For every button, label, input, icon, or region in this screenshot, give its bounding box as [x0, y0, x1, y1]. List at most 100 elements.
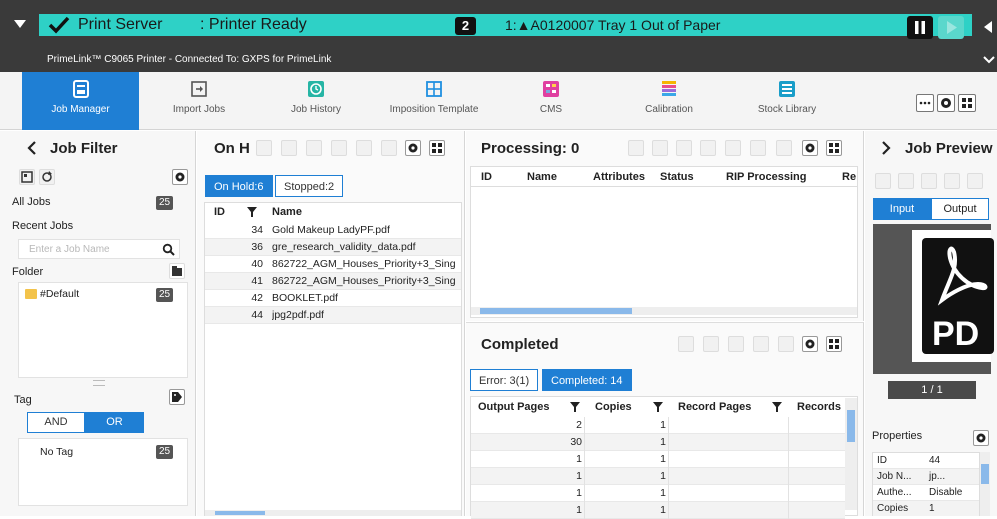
- preview-input-tab[interactable]: Input: [873, 198, 931, 220]
- property-row[interactable]: Authe... Disable: [873, 485, 979, 501]
- table-row[interactable]: 30 1: [471, 434, 845, 451]
- no-tag-item[interactable]: No Tag: [40, 446, 73, 458]
- property-row[interactable]: Job N... jp...: [873, 469, 979, 485]
- tab-error[interactable]: Error: 3(1): [470, 369, 539, 391]
- proc-col-status[interactable]: Status: [660, 171, 694, 183]
- preview-action-2-icon[interactable]: [898, 173, 914, 189]
- property-row[interactable]: ID 44: [873, 453, 979, 469]
- filter-icon[interactable]: [653, 402, 663, 412]
- proc-col-id[interactable]: ID: [481, 171, 492, 183]
- comp-col-copies[interactable]: Copies: [595, 401, 632, 413]
- proc-action-1-icon[interactable]: [628, 140, 644, 156]
- job-name-search-input[interactable]: Enter a Job Name: [18, 239, 180, 259]
- table-row[interactable]: 40 862722_AGM_Houses_Priority+3_Sing: [205, 256, 461, 273]
- comp-action-1-icon[interactable]: [678, 336, 694, 352]
- proc-action-2-icon[interactable]: [652, 140, 668, 156]
- collapse-toggle-icon[interactable]: [10, 14, 30, 34]
- alert-message[interactable]: 1:▲A0120007 Tray 1 Out of Paper: [505, 14, 720, 36]
- all-jobs-label[interactable]: All Jobs: [12, 196, 51, 208]
- onhold-settings-icon[interactable]: [405, 140, 421, 156]
- completed-vscroll-thumb[interactable]: [847, 410, 855, 442]
- comp-action-2-icon[interactable]: [703, 336, 719, 352]
- tag-or-button[interactable]: OR: [85, 412, 144, 433]
- comp-delete-icon[interactable]: [753, 336, 769, 352]
- filter-icon[interactable]: [772, 402, 782, 412]
- table-row[interactable]: 11: [471, 502, 845, 519]
- back-chevron-icon[interactable]: [26, 140, 38, 156]
- table-row[interactable]: 11: [471, 468, 845, 485]
- proc-down-icon[interactable]: [725, 140, 741, 156]
- tool-cms[interactable]: CMS: [525, 72, 577, 130]
- tool-imposition-template[interactable]: Imposition Template: [380, 72, 488, 130]
- folder-item-default[interactable]: #Default: [40, 288, 79, 300]
- filter-view-icon[interactable]: [19, 169, 35, 185]
- tab-on-hold[interactable]: On Hold:6: [205, 175, 273, 197]
- filter-icon[interactable]: [570, 402, 580, 412]
- preview-action-3-icon[interactable]: [921, 173, 937, 189]
- expand-down-icon[interactable]: [982, 54, 996, 66]
- preview-action-5-icon[interactable]: [967, 173, 983, 189]
- proc-col-attributes[interactable]: Attributes: [593, 171, 645, 183]
- tool-calibration[interactable]: Calibration: [636, 72, 702, 130]
- comp-action-3-icon[interactable]: [728, 336, 744, 352]
- tool-stock-library[interactable]: Stock Library: [748, 72, 826, 130]
- proc-col-name[interactable]: Name: [527, 171, 557, 183]
- settings-gear-icon[interactable]: [937, 94, 955, 112]
- proc-up-icon[interactable]: [700, 140, 716, 156]
- comp-props-icon[interactable]: [778, 336, 794, 352]
- table-row[interactable]: 42 BOOKLET.pdf: [205, 290, 461, 307]
- filter-settings-icon[interactable]: [172, 169, 188, 185]
- start-job-icon[interactable]: [256, 140, 272, 156]
- comp-col-output-pages[interactable]: Output Pages: [478, 401, 550, 413]
- proc-col-rip[interactable]: RIP Processing: [726, 171, 807, 183]
- properties-job-icon[interactable]: [381, 140, 397, 156]
- proc-action-3-icon[interactable]: [676, 140, 692, 156]
- onhold-hscroll-thumb[interactable]: [215, 511, 265, 515]
- table-row[interactable]: 36 gre_research_validity_data.pdf: [205, 239, 461, 256]
- panel-resize-handle[interactable]: [93, 380, 105, 386]
- proc-col-re[interactable]: Re: [842, 171, 856, 183]
- onhold-layout-icon[interactable]: [429, 140, 445, 156]
- table-row[interactable]: 41 862722_AGM_Houses_Priority+3_Sing: [205, 273, 461, 290]
- refresh-icon[interactable]: [39, 169, 55, 185]
- new-folder-icon[interactable]: [169, 263, 185, 279]
- preview-output-tab[interactable]: Output: [931, 198, 989, 220]
- table-row[interactable]: 44 jpg2pdf.pdf: [205, 307, 461, 324]
- processing-layout-icon[interactable]: [826, 140, 842, 156]
- preview-play-icon[interactable]: [875, 173, 891, 189]
- delete-job-icon[interactable]: [356, 140, 372, 156]
- tool-import-jobs[interactable]: Import Jobs: [160, 72, 238, 130]
- filter-icon[interactable]: [247, 207, 257, 217]
- move-job-icon[interactable]: [306, 140, 322, 156]
- copy-job-icon[interactable]: [281, 140, 297, 156]
- edit-job-icon[interactable]: [331, 140, 347, 156]
- comp-col-records[interactable]: Records: [797, 401, 841, 413]
- table-row[interactable]: 21: [471, 417, 845, 434]
- completed-layout-icon[interactable]: [826, 336, 842, 352]
- tag-icon[interactable]: [169, 389, 185, 405]
- properties-settings-icon[interactable]: [973, 430, 989, 446]
- preview-chevron-icon[interactable]: [880, 140, 892, 156]
- layout-grid-icon[interactable]: [958, 94, 976, 112]
- tag-and-button[interactable]: AND: [27, 412, 85, 433]
- play-button[interactable]: [938, 16, 964, 39]
- side-arrow-icon[interactable]: [982, 20, 994, 34]
- table-row[interactable]: 11: [471, 451, 845, 468]
- proc-delete-icon[interactable]: [750, 140, 766, 156]
- processing-settings-icon[interactable]: [802, 140, 818, 156]
- pause-button[interactable]: [907, 16, 933, 39]
- properties-vscroll-thumb[interactable]: [981, 464, 989, 484]
- alert-count-badge[interactable]: 2: [455, 17, 476, 35]
- properties-vscrollbar[interactable]: [980, 452, 990, 516]
- comp-col-record-pages[interactable]: Record Pages: [678, 401, 751, 413]
- tool-job-history[interactable]: Job History: [277, 72, 355, 130]
- col-name[interactable]: Name: [272, 206, 302, 218]
- col-id[interactable]: ID: [214, 206, 225, 218]
- pdf-thumbnail[interactable]: PD: [912, 230, 994, 362]
- tab-completed[interactable]: Completed: 14: [542, 369, 632, 391]
- more-options-icon[interactable]: [916, 94, 934, 112]
- property-row[interactable]: Copies 1: [873, 501, 979, 516]
- preview-action-4-icon[interactable]: [944, 173, 960, 189]
- completed-settings-icon[interactable]: [802, 336, 818, 352]
- tool-job-manager[interactable]: Job Manager: [22, 72, 139, 130]
